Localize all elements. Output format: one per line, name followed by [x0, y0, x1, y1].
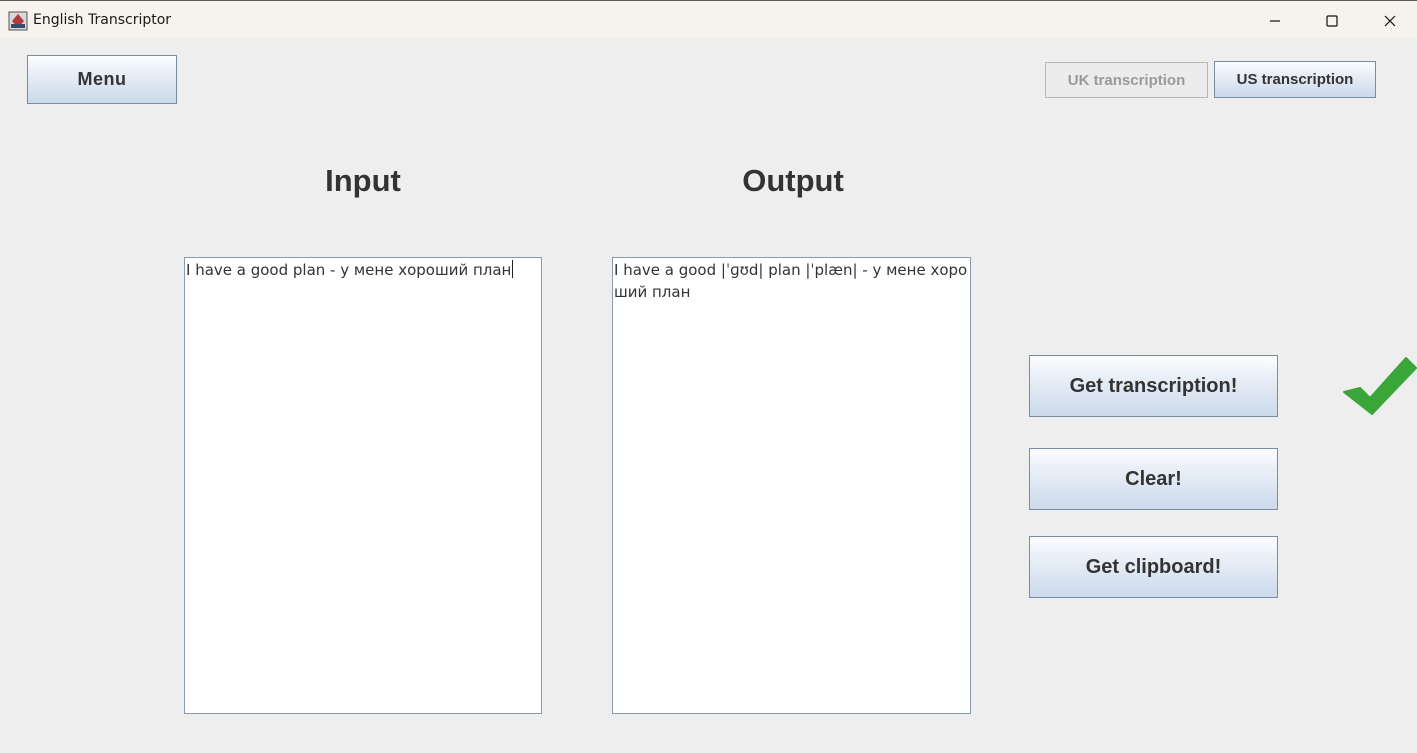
menu-button[interactable]: Menu [27, 55, 177, 104]
checkmark-icon [1343, 357, 1417, 415]
minimize-icon [1270, 19, 1280, 22]
get-transcription-button[interactable]: Get transcription! [1029, 355, 1278, 417]
clear-button[interactable]: Clear! [1029, 448, 1278, 510]
input-textarea[interactable]: I have a good plan - у мене хороший план [184, 257, 542, 714]
app-icon [8, 11, 28, 31]
input-text: I have a good plan - у мене хороший план [186, 261, 512, 279]
title-bar: English Transcriptor [0, 0, 1417, 39]
text-caret [512, 260, 514, 278]
input-heading: Input [325, 163, 401, 198]
minimize-button[interactable] [1246, 1, 1304, 40]
window-title: English Transcriptor [33, 12, 172, 28]
output-heading: Output [742, 163, 844, 198]
output-textarea[interactable]: I have a good |ˈɡʊd| plan |ˈplæn| - у ме… [612, 257, 971, 714]
get-clipboard-button[interactable]: Get clipboard! [1029, 536, 1278, 598]
uk-transcription-button[interactable]: UK transcription [1045, 62, 1208, 98]
output-text: I have a good |ˈɡʊd| plan |ˈplæn| - у ме… [614, 261, 968, 301]
us-transcription-button[interactable]: US transcription [1214, 61, 1376, 98]
close-button[interactable] [1361, 1, 1417, 40]
close-icon [1384, 15, 1396, 26]
maximize-button[interactable] [1303, 1, 1361, 40]
maximize-icon [1326, 14, 1338, 27]
